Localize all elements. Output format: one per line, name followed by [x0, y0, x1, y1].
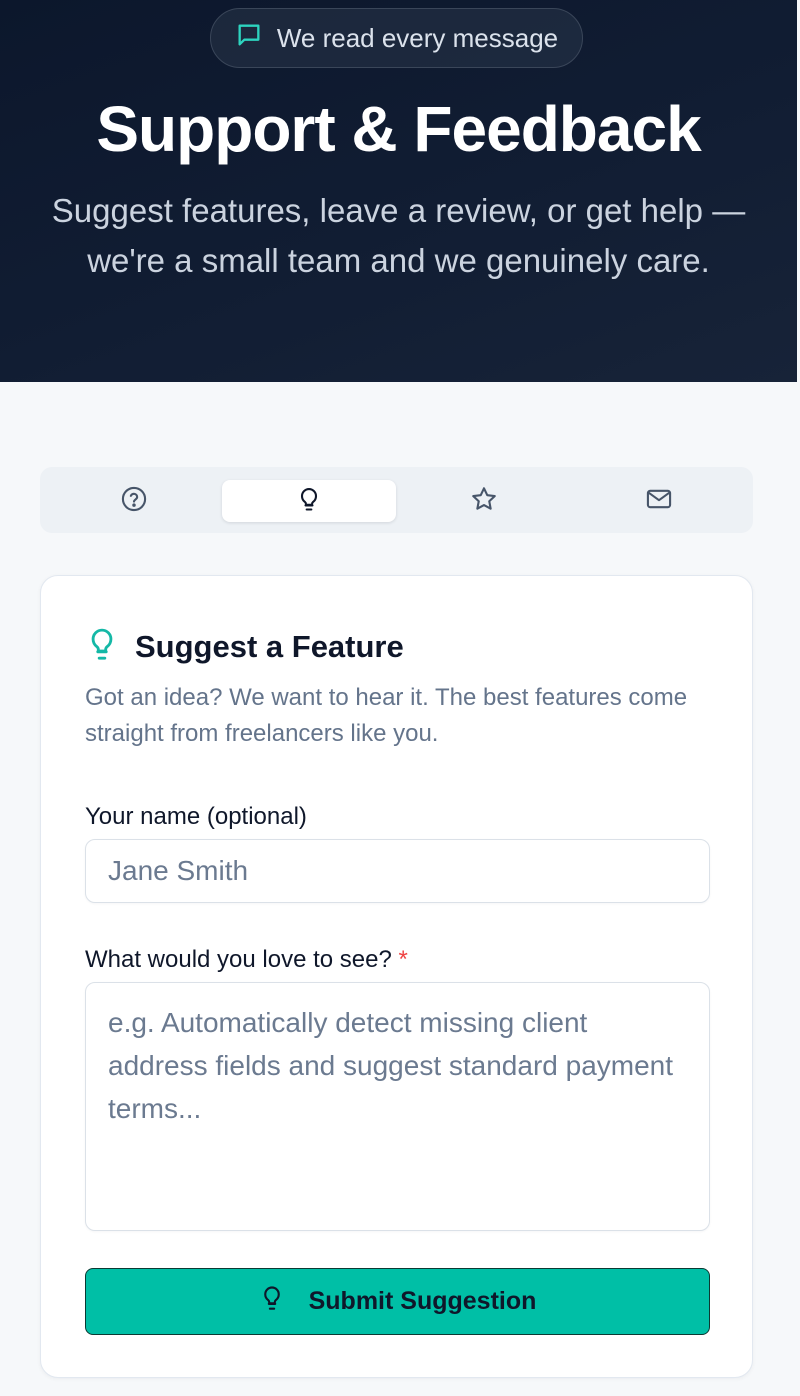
- lightbulb-icon: [295, 485, 323, 518]
- required-marker: *: [398, 946, 408, 973]
- page-title: Support & Feedback: [96, 93, 701, 165]
- tab-contact[interactable]: [572, 480, 746, 522]
- feedback-tab-bar: [40, 467, 753, 533]
- star-icon: [470, 485, 498, 518]
- mail-icon: [645, 485, 673, 518]
- name-label: Your name (optional): [85, 803, 307, 830]
- idea-label: What would you love to see? *: [85, 946, 408, 974]
- help-circle-icon: [120, 485, 148, 518]
- card-description: Got an idea? We want to hear it. The bes…: [85, 684, 688, 747]
- page-subtitle: Suggest features, leave a review, or get…: [51, 192, 746, 279]
- tab-help[interactable]: [47, 480, 221, 522]
- card-title: Suggest a Feature: [135, 628, 404, 664]
- tab-review[interactable]: [397, 480, 571, 522]
- suggest-feature-card: Suggest a Feature Got an idea? We want t…: [40, 575, 753, 1378]
- card-header: Suggest a Feature: [85, 624, 404, 669]
- lightbulb-icon: [85, 624, 119, 669]
- hero-badge: We read every message: [210, 8, 583, 68]
- name-input[interactable]: [85, 839, 710, 903]
- lightbulb-icon: [259, 1283, 285, 1320]
- idea-textarea[interactable]: [85, 982, 710, 1231]
- idea-label-text: What would you love to see?: [85, 946, 392, 973]
- submit-suggestion-button[interactable]: Submit Suggestion: [85, 1268, 710, 1335]
- submit-suggestion-label: Submit Suggestion: [308, 1287, 537, 1315]
- message-square-icon: [235, 21, 263, 56]
- hero-banner: We read every message Support & Feedback…: [0, 0, 797, 382]
- tab-suggest-feature[interactable]: [222, 480, 396, 522]
- hero-badge-text: We read every message: [276, 22, 559, 53]
